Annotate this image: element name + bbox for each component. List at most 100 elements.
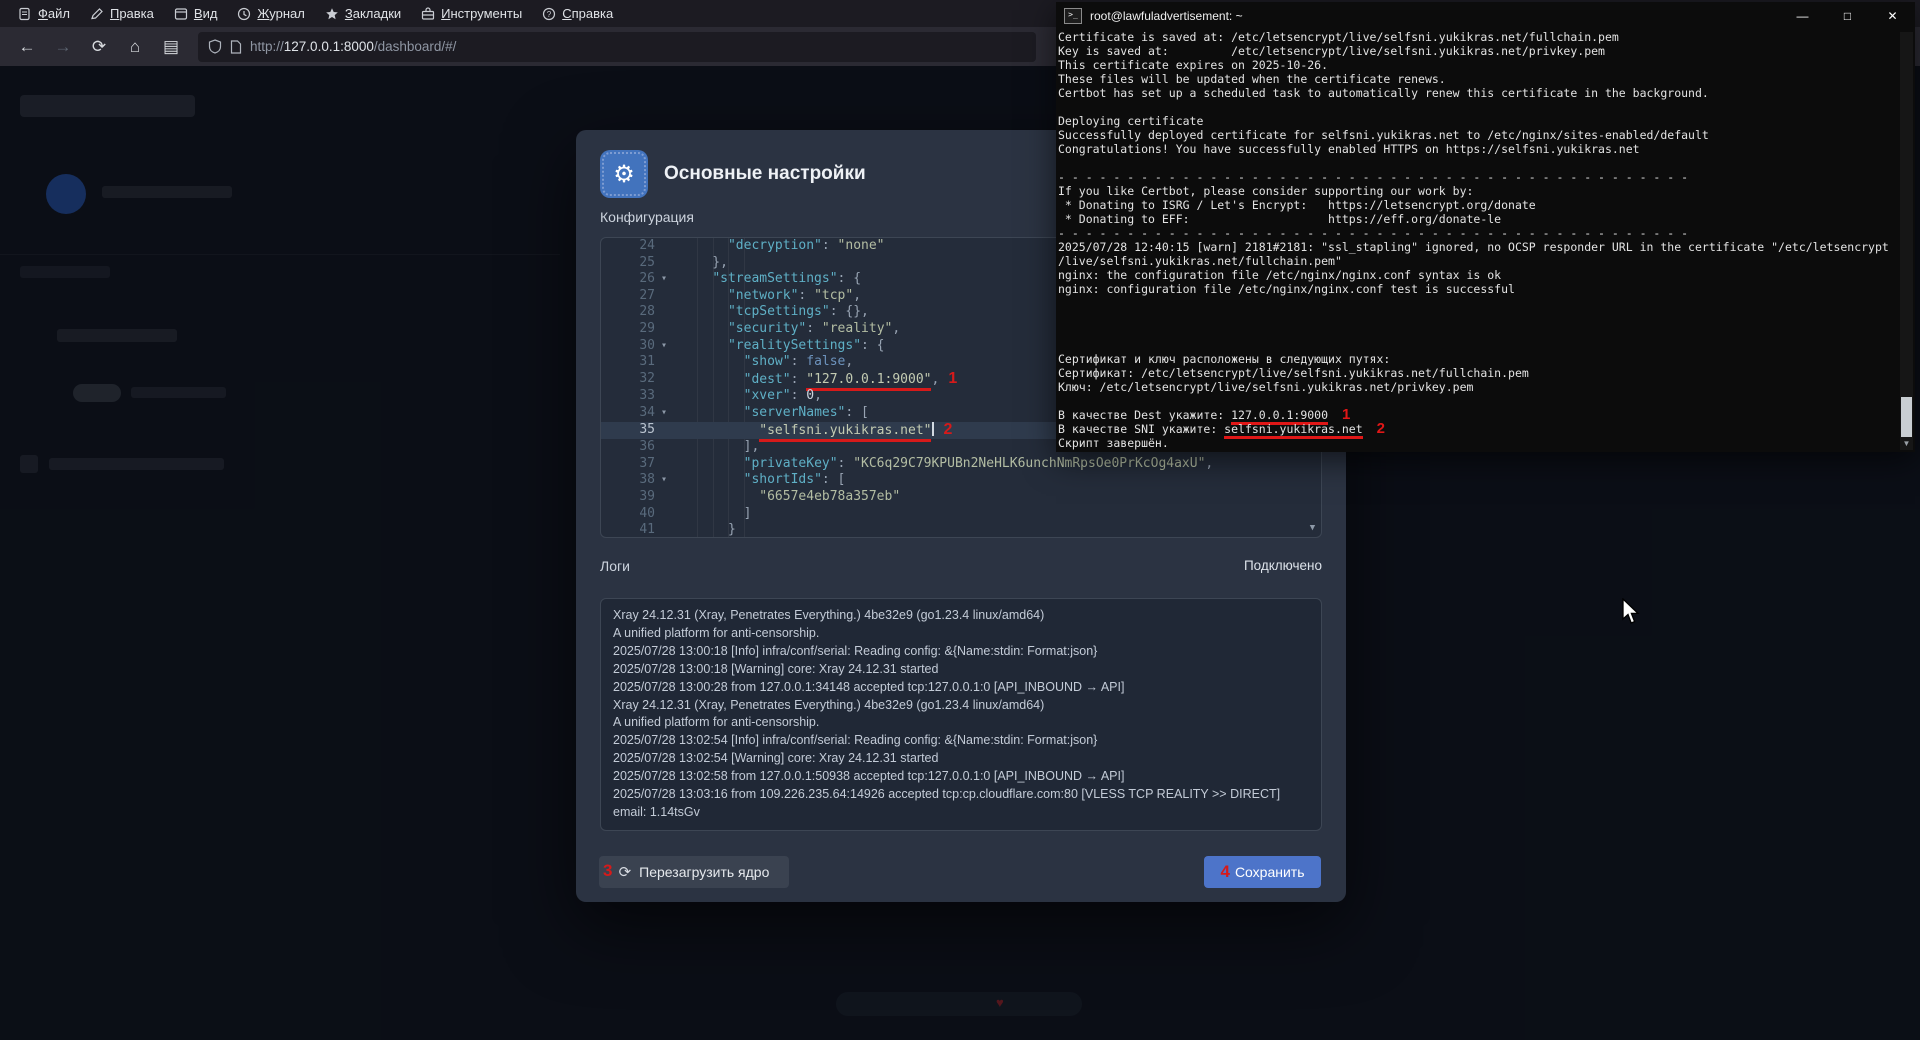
editor-line-39[interactable]: 39 "6657e4eb78a357eb" [601,489,1321,506]
terminal-output[interactable]: Certificate is saved at: /etc/letsencryp… [1058,30,1899,452]
code-token: "none" [838,238,885,253]
menu-label: Журнал [257,6,304,21]
code-text: } [673,522,736,538]
terminal-line: Ключ: /etc/letsencrypt/live/selfsni.yuki… [1058,380,1899,394]
home-icon[interactable]: ⌂ [120,33,150,61]
log-line: 2025/07/28 13:00:28 from 127.0.0.1:34148… [613,679,1309,697]
fold-arrow-icon[interactable]: ▾ [655,338,673,355]
fold-spacer [655,388,673,405]
back-icon[interactable]: ← [12,33,42,61]
code-token: "reality" [822,321,892,336]
line-number: 38 [601,472,655,489]
fold-spacer [655,439,673,456]
terminal-line: Скрипт завершён. [1058,436,1899,450]
terminal-line: - - - - - - - - - - - - - - - - - - - - … [1058,170,1899,184]
reload-icon[interactable]: ⟳ [84,33,114,61]
close-button[interactable]: ✕ [1870,2,1915,30]
maximize-button[interactable]: □ [1825,2,1870,30]
editor-line-38[interactable]: 38▾ "shortIds": [ [601,472,1321,489]
code-token: : [838,456,854,471]
terminal-line: * Donating to EFF: https://eff.org/donat… [1058,212,1899,226]
terminal-window[interactable]: >_ root@lawfuladvertisement: ~ — □ ✕ Cer… [1056,2,1915,452]
menu-toolbox[interactable]: Инструменты [413,3,530,24]
terminal-scrollbar[interactable]: ▼ [1900,32,1913,450]
menu-pencil[interactable]: Правка [82,3,162,24]
library-icon[interactable]: ▤ [156,33,186,61]
terminal-scroll-down-icon[interactable]: ▼ [1900,438,1913,450]
line-number: 32 [601,371,655,389]
terminal-line: - - - - - - - - - - - - - - - - - - - - … [1058,226,1899,240]
terminal-line: * Donating to ISRG / Let's Encrypt: http… [1058,198,1899,212]
code-token [681,388,744,403]
gear-icon: ⚙ [600,150,648,198]
text-cursor [932,422,934,436]
menu-label: Правка [110,6,154,21]
code-text: "streamSettings": { [673,271,861,288]
code-token: : {}, [830,304,869,319]
line-number: 26 [601,271,655,288]
fold-spacer [655,255,673,272]
menu-label: Инструменты [441,6,522,21]
editor-line-40[interactable]: 40 ] [601,506,1321,523]
code-text: "decryption": "none" [673,238,885,255]
code-token [681,489,759,504]
log-line: Xray 24.12.31 (Xray, Penetrates Everythi… [613,607,1309,625]
site-info-icon[interactable] [230,40,242,54]
terminal-line [1058,100,1899,114]
save-button-label: Сохранить [1235,864,1305,880]
menu-label: Файл [38,6,70,21]
save-button[interactable]: 4 Сохранить [1204,856,1321,888]
code-text: "serverNames": [ [673,405,869,422]
fold-arrow-icon[interactable]: ▾ [655,271,673,288]
forward-icon[interactable]: → [48,33,78,61]
annotation-number: 1 [1342,406,1350,423]
menu-file[interactable]: Файл [10,3,78,24]
terminal-title: root@lawfuladvertisement: ~ [1090,9,1243,23]
logs-panel[interactable]: Xray 24.12.31 (Xray, Penetrates Everythi… [600,598,1322,831]
url-bar[interactable]: http://127.0.0.1:8000/dashboard/#/ [198,32,1036,62]
shield-icon[interactable] [208,39,222,54]
fold-arrow-icon[interactable]: ▾ [655,472,673,489]
line-number: 24 [601,238,655,255]
terminal-text: В качестве SNI укажите: [1058,422,1224,436]
toolbox-icon [421,7,435,21]
terminal-titlebar[interactable]: >_ root@lawfuladvertisement: ~ — □ ✕ [1056,2,1915,30]
fold-spacer [655,354,673,371]
url-text[interactable]: http://127.0.0.1:8000/dashboard/#/ [250,39,456,54]
menu-view[interactable]: Вид [166,3,226,24]
menu-help[interactable]: ?Справка [534,3,621,24]
code-token: "network" [728,288,798,303]
code-text: "security": "reality", [673,321,900,338]
fold-arrow-icon[interactable]: ▾ [655,405,673,422]
code-token: "6657e4eb78a357eb" [759,489,900,504]
terminal-line: This certificate expires on 2025-10-26. [1058,58,1899,72]
editor-line-37[interactable]: 37 "privateKey": "KC6q29C79KPUBn2NeHLK6u… [601,456,1321,473]
line-number: 40 [601,506,655,523]
code-text: "selfsni.yukikras.net"2 [673,422,952,440]
log-line: 2025/07/28 13:00:18 [Info] infra/conf/se… [613,643,1309,661]
code-token: : [798,288,814,303]
annotation-number: 1 [948,370,957,387]
menu-label: Вид [194,6,218,21]
terminal-line: Successfully deployed certificate for se… [1058,128,1899,142]
log-line: 2025/07/28 13:02:58 from 127.0.0.1:50938… [613,768,1309,786]
annotation-3: 3 [603,861,612,881]
terminal-line: Congratulations! You have successfully e… [1058,142,1899,156]
terminal-scroll-thumb[interactable] [1901,397,1912,437]
code-token: : { [861,338,884,353]
code-token: false [806,354,845,369]
code-token: : [806,321,822,336]
annotation-number: 2 [1377,420,1385,437]
terminal-line: Сертификат и ключ расположены в следующи… [1058,352,1899,366]
line-number: 35 [601,422,655,440]
scroll-down-icon[interactable]: ▼ [1306,522,1319,535]
menu-star[interactable]: Закладки [317,3,409,24]
editor-line-41[interactable]: 41 } [601,522,1321,538]
logs-label: Логи [600,558,630,574]
restart-core-button[interactable]: ⟳ Перезагрузить ядро [599,856,789,888]
menu-history-clock[interactable]: Журнал [229,3,312,24]
connection-status: Подключено [1244,558,1322,573]
minimize-button[interactable]: — [1780,2,1825,30]
svg-text:?: ? [547,10,552,19]
code-token [681,423,759,438]
